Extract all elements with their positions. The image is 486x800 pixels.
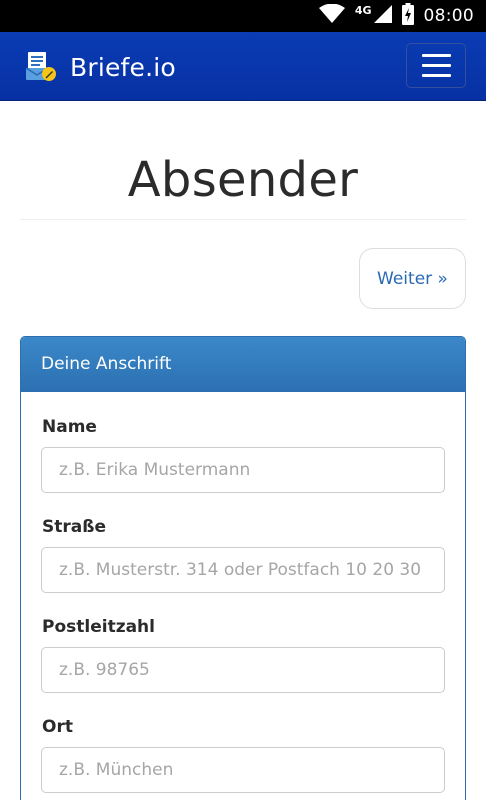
hamburger-menu-icon [421,64,451,67]
cell-signal-icon [373,4,392,28]
city-label: Ort [42,717,73,737]
navbar: Briefe.io [0,32,486,101]
title-divider [20,219,466,220]
street-input[interactable] [41,547,445,593]
postal-code-input[interactable] [41,647,445,693]
brand-name: Briefe.io [70,52,176,82]
status-icons: 4G 08:00 [318,0,474,32]
hamburger-menu-icon [421,54,451,57]
postal-code-label: Postleitzahl [42,617,155,637]
network-type-label: 4G [354,3,372,17]
status-bar: 4G 08:00 [0,0,486,32]
next-button[interactable]: Weiter » [359,248,466,309]
name-input[interactable] [41,447,445,493]
hamburger-menu-icon [421,74,451,77]
menu-toggle-button[interactable] [406,43,466,88]
street-label: Straße [42,517,106,537]
city-input[interactable] [41,747,445,793]
page-title: Absender [127,152,359,208]
brand-link[interactable]: Briefe.io [24,48,176,86]
name-label: Name [42,417,97,437]
status-time: 08:00 [423,6,474,26]
letter-edit-logo-icon [24,48,58,87]
wifi-icon [318,3,345,29]
panel-heading: Deine Anschrift [21,337,465,392]
battery-charging-icon [401,2,414,30]
address-panel: Deine Anschrift Name Straße Postleitzahl… [20,336,466,800]
